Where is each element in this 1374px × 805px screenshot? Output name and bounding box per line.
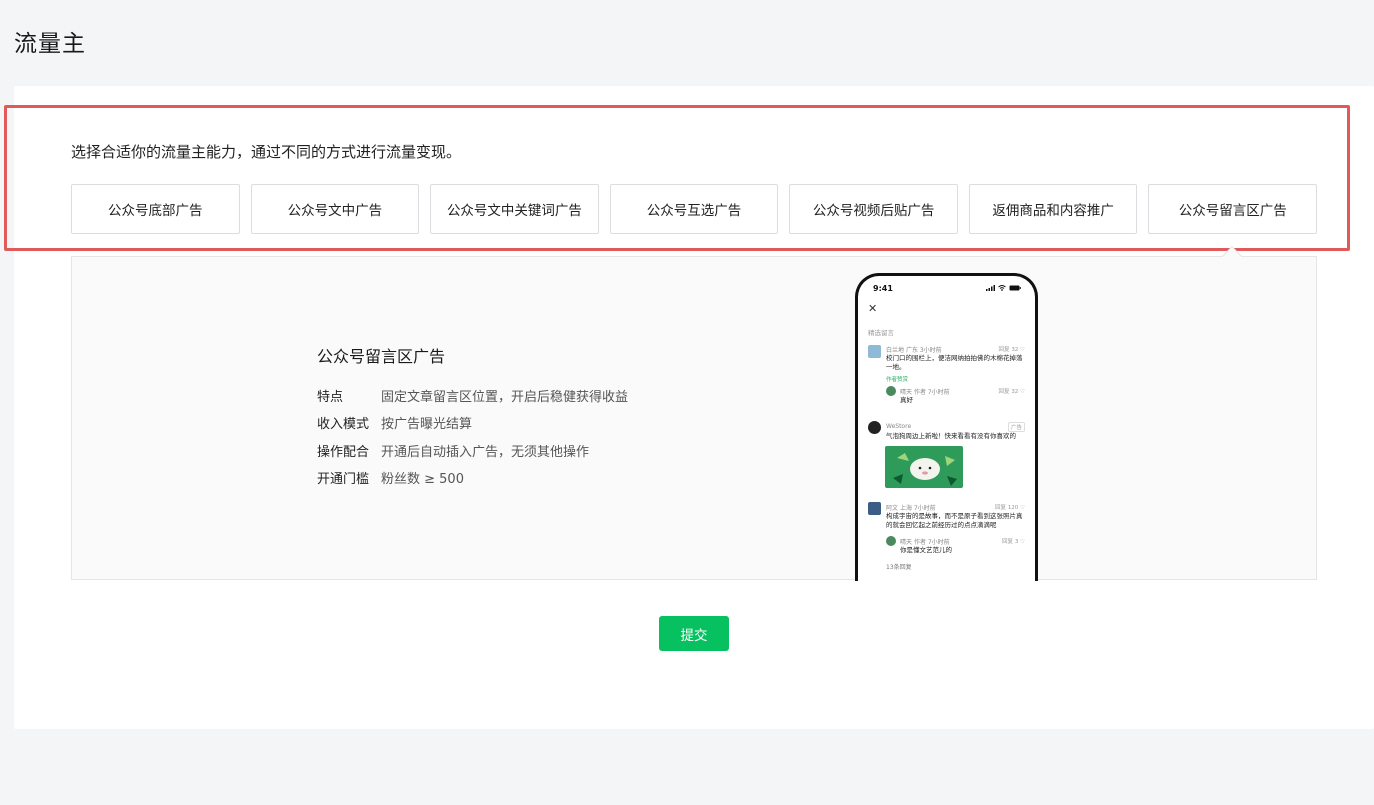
comment-meta: 广东 3小时前 <box>905 347 942 354</box>
reply-link[interactable]: 回复 <box>999 389 1010 395</box>
reply-link[interactable]: 回复 <box>1002 539 1013 545</box>
ad-illustration <box>893 453 957 486</box>
comment-author: 晴天 <box>900 389 913 396</box>
comment-name: 晴天 作者 7小时前 <box>900 537 950 546</box>
avatar <box>868 421 881 434</box>
author-tag: 作者赞赏 <box>886 377 909 383</box>
option-video-post-ad[interactable]: 公众号视频后贴广告 <box>789 184 958 234</box>
ad-type-options: 公众号底部广告 公众号文中广告 公众号文中关键词广告 公众号互选广告 公众号视频… <box>71 184 1318 234</box>
feature-value: 开通后自动插入广告，无须其他操作 <box>381 445 590 460</box>
intro-text: 选择合适你的流量主能力，通过不同的方式进行流量变现。 <box>71 143 462 161</box>
comment-meta: 作者 7小时前 <box>913 389 950 396</box>
status-time: 9:41 <box>873 284 893 293</box>
option-in-article-ad[interactable]: 公众号文中广告 <box>250 184 420 234</box>
feature-row: 操作配合 开通后自动插入广告，无须其他操作 <box>317 441 589 460</box>
feature-key: 特点 <box>317 390 344 405</box>
feature-value: 粉丝数 ≥ 500 <box>381 472 464 487</box>
page-title: 流量主 <box>14 31 86 57</box>
like-count: 32 <box>1011 389 1019 395</box>
detail-panel: 公众号留言区广告 特点 固定文章留言区位置，开启后稳健获得收益 收入模式 按广告… <box>71 256 1317 581</box>
like-count: 3 <box>1014 539 1019 545</box>
comment-text: 你是懂文艺范儿的 <box>900 546 952 554</box>
comment-name: 白兰地 广东 3小时前 <box>886 345 942 354</box>
signal-icon <box>986 285 995 291</box>
comment-author: 白兰地 <box>886 347 905 354</box>
comment-actions: 回复 3 ♡ <box>1002 539 1025 545</box>
more-replies-link[interactable]: 13条回复 <box>886 562 912 571</box>
avatar <box>868 502 881 515</box>
option-mutual-select-ad[interactable]: 公众号互选广告 <box>609 184 779 234</box>
comment-name: 阿文 上海 7小时前 <box>886 503 936 512</box>
selected-comments-label: 精选留言 <box>868 329 894 337</box>
phone-preview: 9:41 ✕ 精选留言 白兰地 广东 3小时前 回复 32 ♡ 校门口的围栏上，… <box>855 273 1038 581</box>
ad-badge[interactable]: 广告 <box>1007 422 1025 432</box>
wifi-icon <box>998 285 1006 291</box>
comment-meta: 上海 7小时前 <box>899 505 936 512</box>
option-commission-promotion[interactable]: 返佣商品和内容推广 <box>968 184 1138 234</box>
feature-row: 特点 固定文章留言区位置，开启后稳健获得收益 <box>317 386 628 405</box>
feature-row: 收入模式 按广告曝光结算 <box>317 413 472 432</box>
option-comment-area-ad[interactable]: 公众号留言区广告 <box>1148 184 1318 234</box>
comment-text: 真好 <box>900 396 913 404</box>
avatar <box>886 536 896 546</box>
feature-value: 固定文章留言区位置，开启后稳健获得收益 <box>381 390 629 405</box>
detail-title: 公众号留言区广告 <box>317 347 446 366</box>
battery-icon <box>1009 285 1021 291</box>
close-icon[interactable]: ✕ <box>868 302 877 315</box>
comment-author: 阿文 <box>886 505 899 512</box>
feature-row: 开通门槛 粉丝数 ≥ 500 <box>317 468 464 487</box>
like-count: 32 <box>1011 347 1019 353</box>
comment-actions: 回复 32 ♡ <box>998 347 1025 353</box>
option-keyword-ad[interactable]: 公众号文中关键词广告 <box>430 184 599 234</box>
comment-actions: 回复 32 ♡ <box>998 389 1025 395</box>
like-count: 120 <box>1007 505 1019 511</box>
comment-meta: 作者 7小时前 <box>913 539 950 546</box>
comment-author: WeStore <box>886 423 912 430</box>
reply-link[interactable]: 回复 <box>999 347 1010 353</box>
comment-text: 气泡狗周边上新啦！快来看看有没有你喜欢的 <box>886 432 1016 440</box>
comment-text: 构成宇宙的是故事，而不是原子看到这张照片真的就会回忆起之前经历过的点点滴滴呢 <box>886 512 1023 529</box>
option-bottom-ad[interactable]: 公众号底部广告 <box>71 184 240 234</box>
avatar <box>868 345 881 358</box>
avatar <box>886 386 896 396</box>
status-icons <box>986 285 1021 291</box>
comment-author: 晴天 <box>900 539 913 546</box>
ad-image[interactable] <box>885 446 963 488</box>
feature-value: 按广告曝光结算 <box>381 417 473 432</box>
feature-key: 操作配合 <box>317 445 370 460</box>
feature-key: 收入模式 <box>317 417 370 432</box>
reply-link[interactable]: 回复 <box>995 505 1006 511</box>
comment-text: 校门口的围栏上，便洁网纳拍拍佛的木棉花掉落一地。 <box>886 354 1023 371</box>
feature-key: 开通门槛 <box>317 472 370 487</box>
comment-name: 晴天 作者 7小时前 <box>900 387 950 396</box>
comment-actions: 回复 120 ♡ <box>995 505 1025 511</box>
submit-button[interactable]: 提交 <box>659 616 729 651</box>
